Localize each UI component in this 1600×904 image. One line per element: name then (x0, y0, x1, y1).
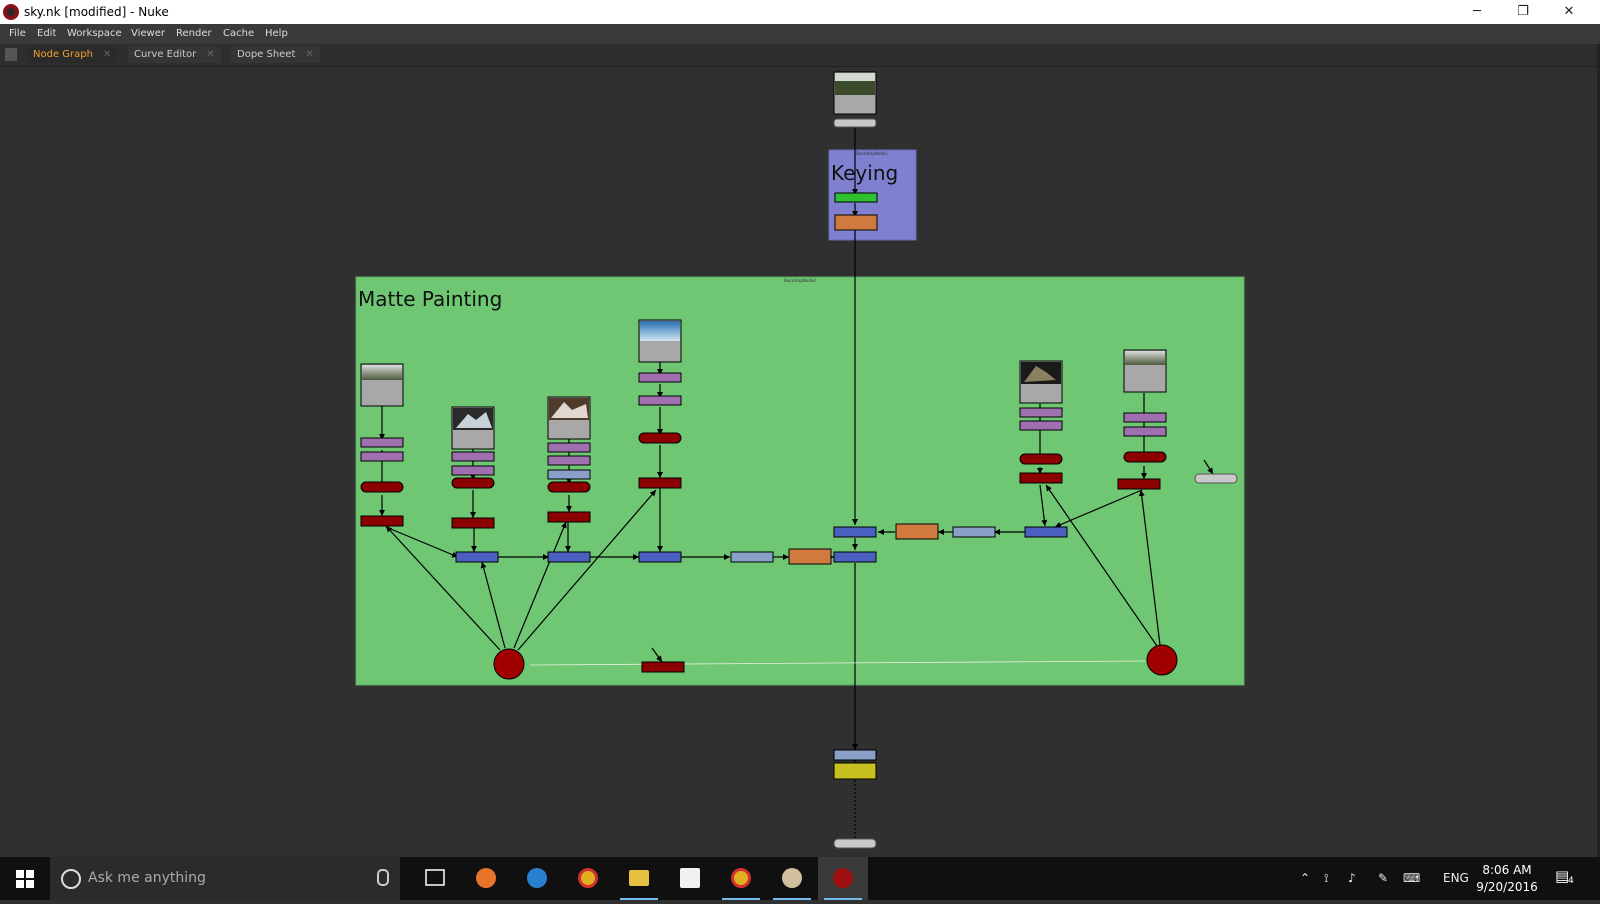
paint-icon (782, 868, 802, 888)
taskbar-chrome-2[interactable] (716, 857, 766, 900)
nuke-app-icon (3, 4, 19, 20)
store-icon (680, 868, 700, 888)
backdrop-small-label: BackdropNode1 (856, 151, 888, 156)
clock-time: 8:06 AM (1482, 863, 1532, 877)
taskbar-nuke[interactable] (818, 857, 868, 900)
panel-tab-bar: Node Graph ✕ Curve Editor ✕ Dope Sheet ✕ (0, 44, 1600, 67)
tab-node-graph[interactable]: Node Graph ✕ (27, 47, 118, 63)
read-node-2[interactable] (451, 406, 495, 450)
maximize-button[interactable]: ❐ (1500, 0, 1546, 24)
pen-icon[interactable]: ✎ (1378, 871, 1388, 885)
close-icon[interactable]: ✕ (206, 49, 214, 60)
tab-label: Curve Editor (134, 49, 197, 60)
menu-edit[interactable]: Edit (37, 28, 56, 39)
read-node-4[interactable] (638, 319, 682, 363)
network-icon[interactable]: ⟟ (1324, 871, 1328, 886)
menu-bar: File Edit Workspace Viewer Render Cache … (0, 24, 1600, 44)
start-button[interactable] (0, 857, 50, 900)
menu-viewer[interactable]: Viewer (131, 28, 165, 39)
chrome-icon (731, 868, 751, 888)
title-bar: sky.nk [modified] - Nuke ─ ❐ ✕ (0, 0, 1600, 24)
menu-help[interactable]: Help (265, 28, 288, 39)
close-icon[interactable]: ✕ (103, 49, 111, 60)
roto-node-left[interactable] (493, 648, 525, 680)
window-title: sky.nk [modified] - Nuke (24, 5, 169, 19)
tab-curve-editor[interactable]: Curve Editor ✕ (128, 47, 221, 63)
read-node-top[interactable] (833, 71, 877, 128)
viewer-node[interactable] (833, 838, 877, 849)
notification-count: 4 (1568, 876, 1574, 886)
task-view-button[interactable] (410, 857, 460, 900)
minimize-button[interactable]: ─ (1454, 0, 1500, 24)
write-node[interactable] (1194, 473, 1238, 484)
clock[interactable]: 8:06 AM 9/20/2016 (1472, 862, 1542, 896)
roto-node-right[interactable] (1146, 644, 1178, 676)
close-button[interactable]: ✕ (1546, 0, 1592, 24)
taskbar-paint[interactable] (767, 857, 817, 900)
action-center-icon[interactable]: ▤ 4 (1555, 867, 1577, 889)
taskbar: Ask me anything ⌃ ⟟ ♪ ✎ ⌨ ENG 8:06 AM 9/… (0, 857, 1600, 900)
chrome-icon (578, 868, 598, 888)
edge-icon (527, 868, 547, 888)
tab-label: Node Graph (33, 49, 93, 60)
tab-dope-sheet[interactable]: Dope Sheet ✕ (231, 47, 320, 63)
taskbar-store[interactable] (665, 857, 715, 900)
nuke-icon (833, 868, 853, 888)
menu-render[interactable]: Render (176, 28, 212, 39)
backdrop-label-keying: Keying (831, 161, 898, 185)
taskbar-edge[interactable] (512, 857, 562, 900)
tab-label: Dope Sheet (237, 49, 296, 60)
show-hidden-icons[interactable]: ⌃ (1300, 871, 1310, 885)
file-explorer-icon (629, 870, 649, 886)
keyboard-icon[interactable]: ⌨ (1403, 871, 1420, 885)
language-indicator[interactable]: ENG (1443, 871, 1469, 885)
clock-date: 9/20/2016 (1476, 880, 1538, 894)
menu-file[interactable]: File (9, 28, 26, 39)
firefox-icon (476, 868, 496, 888)
node-graph-svg[interactable]: BackdropNode1 Keying BackdropNode2 Matte… (0, 67, 1600, 857)
keyer-node[interactable] (834, 192, 878, 203)
read-node-5[interactable] (1019, 360, 1063, 404)
backdrop-label-matte-painting: Matte Painting (358, 287, 502, 311)
taskbar-file-explorer[interactable] (614, 857, 664, 900)
search-placeholder: Ask me anything (88, 870, 206, 886)
taskbar-firefox[interactable] (461, 857, 511, 900)
taskbar-chrome[interactable] (563, 857, 613, 900)
read-node-3[interactable] (547, 396, 591, 440)
node-graph-canvas[interactable]: BackdropNode1 Keying BackdropNode2 Matte… (0, 67, 1600, 857)
menu-workspace[interactable]: Workspace (67, 28, 122, 39)
menu-cache[interactable]: Cache (223, 28, 254, 39)
windows-icon (16, 870, 34, 888)
orange-node-keying[interactable] (834, 214, 878, 231)
cortana-search-box[interactable]: Ask me anything (50, 857, 400, 900)
backdrop-small-label: BackdropNode2 (784, 278, 816, 283)
task-view-icon (425, 869, 445, 886)
read-node-1[interactable] (360, 363, 404, 407)
panel-menu-icon[interactable] (5, 48, 17, 61)
cortana-icon (61, 869, 81, 889)
read-node-6[interactable] (1123, 349, 1167, 393)
close-icon[interactable]: ✕ (305, 49, 313, 60)
yellow-node[interactable] (833, 762, 877, 780)
microphone-icon[interactable] (377, 869, 389, 886)
volume-icon[interactable]: ♪ (1348, 871, 1356, 885)
